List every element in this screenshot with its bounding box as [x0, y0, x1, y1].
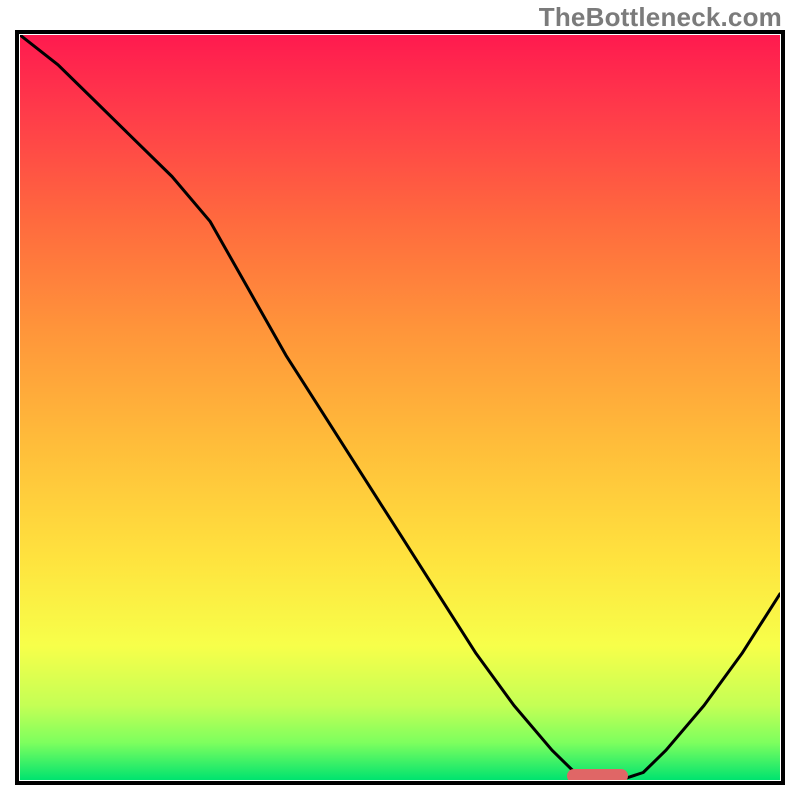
gradient-background: [20, 35, 780, 780]
chart-svg: [20, 35, 780, 780]
plot-area: [20, 35, 780, 780]
chart-frame: [15, 30, 785, 785]
watermark-text: TheBottleneck.com: [539, 2, 782, 33]
optimal-range-pill: [567, 769, 628, 780]
